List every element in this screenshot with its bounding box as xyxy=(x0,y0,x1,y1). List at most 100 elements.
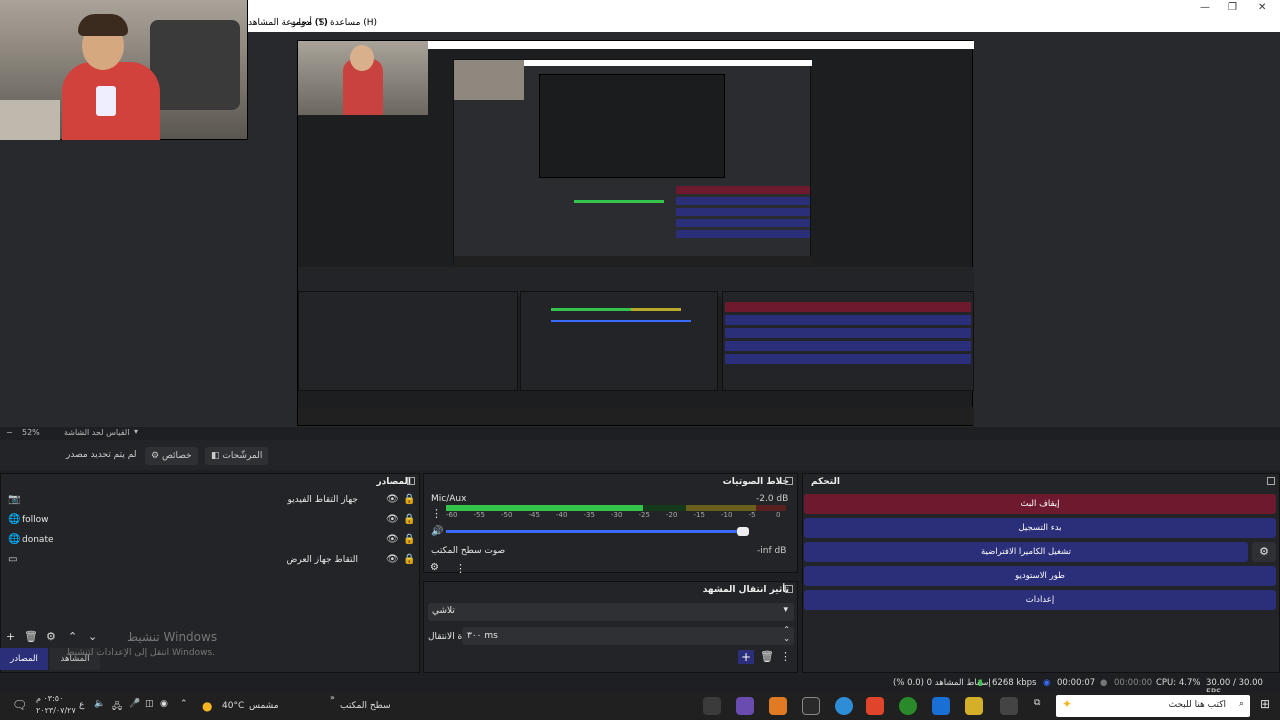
epic-games-icon[interactable] xyxy=(802,697,820,715)
volume-icon[interactable]: 🔊 xyxy=(431,526,443,537)
windows-start-icon[interactable]: ⊞ xyxy=(1260,697,1270,711)
trash-icon[interactable]: 🗑 xyxy=(24,630,38,643)
start-virtual-camera-button[interactable]: تشغيل الكاميرا الافتراضية xyxy=(804,542,1248,562)
desktop-toolbar[interactable]: سطح المكتب xyxy=(340,701,391,711)
stepper-down-icon[interactable]: ⌄ xyxy=(783,634,790,643)
filters-button[interactable]: ◧ المرشّحات xyxy=(205,447,269,465)
task-view-icon[interactable]: ⧉ xyxy=(1034,698,1040,708)
notification-icon[interactable]: 🗨 xyxy=(12,698,27,712)
source-row[interactable]: 📷 جهاز التقاط الفيديو 👁 🔒 xyxy=(0,492,420,510)
add-transition-button[interactable]: + xyxy=(738,650,755,664)
xbox-icon[interactable] xyxy=(899,697,917,715)
transition-type-value: تلاشي xyxy=(432,606,455,616)
meter-tick-label: -40 xyxy=(556,511,568,519)
source-label: التقاط جهاز العرض xyxy=(286,555,358,565)
microphone-icon[interactable]: 🎤 xyxy=(129,699,140,709)
trash-icon[interactable]: 🗑 xyxy=(760,650,774,663)
source-row[interactable]: ▭ التقاط جهاز العرض 👁 🔒 xyxy=(0,552,420,570)
edge-icon[interactable] xyxy=(835,697,853,715)
chevron-up-icon[interactable]: ⌃ xyxy=(68,630,77,643)
eye-icon[interactable]: 👁 xyxy=(386,494,399,505)
desktop-channel-db: -inf dB xyxy=(757,546,787,556)
lock-icon[interactable]: 🔒 xyxy=(403,494,415,505)
lock-icon[interactable]: 🔒 xyxy=(403,554,415,565)
chevron-down-icon[interactable]: ⌄ xyxy=(88,630,97,643)
virtual-camera-settings-icon[interactable]: ⚙ xyxy=(1252,542,1276,562)
webcam-feed xyxy=(0,0,248,140)
mixer-settings-icon[interactable]: ⚙ xyxy=(430,562,439,573)
brave-icon[interactable] xyxy=(866,697,884,715)
tab-sources[interactable]: المصادر xyxy=(0,648,48,670)
volume-slider-handle[interactable] xyxy=(737,527,749,536)
minimize-icon[interactable]: — xyxy=(1200,2,1210,13)
eye-icon[interactable]: 👁 xyxy=(386,534,399,545)
menu-tools[interactable]: أدوات (T) xyxy=(290,18,327,28)
meter-tick-label: -5 xyxy=(748,511,756,519)
app-icon[interactable] xyxy=(769,697,787,715)
properties-button[interactable]: ⚙ خصائص xyxy=(145,447,198,465)
clock-date[interactable]: ٢٠٢٣/٠٧/٢٧ xyxy=(36,706,76,715)
obs-tray-icon[interactable]: ◉ xyxy=(160,699,168,709)
kebab-menu-icon[interactable]: ⋮ xyxy=(780,650,791,663)
dock-popout-icon[interactable] xyxy=(407,477,415,485)
dock-popout-icon[interactable] xyxy=(785,477,793,485)
weather-temp[interactable]: 40°C xyxy=(222,701,244,711)
zoom-minus[interactable]: − xyxy=(6,428,13,437)
lock-icon[interactable]: 🔒 xyxy=(403,514,415,525)
clock-time[interactable]: ٠٣:٥٠ م xyxy=(36,694,63,703)
transition-duration-input[interactable]: ٣٠٠ ms ⌃ ⌄ xyxy=(462,625,794,645)
mixer-title: خلاط الصوتيات xyxy=(722,477,789,487)
chevron-up-icon[interactable]: ⌃ xyxy=(180,699,188,709)
sources-toolbar: + 🗑 ⚙ ⌃ ⌄ xyxy=(6,630,116,644)
start-recording-button[interactable]: بدء التسجيل xyxy=(804,518,1276,538)
zoom-dropdown-icon[interactable]: ▾ xyxy=(134,427,138,436)
record-time: 00:00:00 xyxy=(1114,678,1153,688)
add-icon[interactable]: + xyxy=(6,630,15,643)
speaker-icon[interactable]: 🔈 xyxy=(94,699,105,709)
studio-mode-button[interactable]: طور الاستوديو xyxy=(804,566,1276,586)
search-icon: ⌕ xyxy=(1238,699,1244,709)
gear-icon[interactable]: ⚙ xyxy=(46,630,56,643)
language-indicator[interactable]: ع xyxy=(79,700,84,710)
stepper-up-icon[interactable]: ⌃ xyxy=(783,625,790,634)
dock-popout-icon[interactable] xyxy=(785,585,793,593)
store-icon[interactable] xyxy=(1000,697,1018,715)
controls-title: التحكم xyxy=(811,477,840,487)
desktop-channel-name: صوت سطح المكتب xyxy=(431,546,506,556)
menu-help[interactable]: مساعدة (H) xyxy=(330,18,377,28)
network-icon[interactable]: 🖧 xyxy=(112,699,122,715)
search-box[interactable]: ✦ اكتب هنا للبحث ⌕ xyxy=(1056,695,1250,717)
lock-icon[interactable]: 🔒 xyxy=(403,534,415,545)
eye-icon[interactable]: 👁 xyxy=(386,514,399,525)
kebab-menu-icon[interactable]: ⋮ xyxy=(431,507,442,520)
settings-button[interactable]: إعدادات xyxy=(804,590,1276,610)
activation-watermark-title: تنشيط Windows xyxy=(127,630,218,644)
tray-icon[interactable]: ◫ xyxy=(145,699,154,709)
file-explorer-icon[interactable] xyxy=(965,697,983,715)
filter-icon: ◧ xyxy=(211,451,220,461)
nested-webcam xyxy=(298,41,428,115)
bitrate: 6268 kbps xyxy=(992,678,1037,688)
sparkle-icon: ✦ xyxy=(1062,697,1073,711)
stop-streaming-button[interactable]: إيقاف البث xyxy=(804,494,1276,514)
chevron-icon[interactable]: » xyxy=(330,693,335,702)
close-icon[interactable]: ✕ xyxy=(1258,2,1266,13)
status-bar: إسقاط المشاهد 0 (0.0 %) ▮ 6268 kbps ◉ 00… xyxy=(0,675,1280,698)
app-icon-obs[interactable] xyxy=(703,697,721,715)
restore-icon[interactable]: ❐ xyxy=(1228,2,1237,13)
app-icon[interactable] xyxy=(736,697,754,715)
source-row[interactable]: 🌐 donate 👁 🔒 xyxy=(0,532,420,550)
meter-tick-label: -30 xyxy=(611,511,623,519)
chair xyxy=(150,20,240,110)
transition-type-select[interactable]: تلاشي ▾ xyxy=(428,603,794,621)
outlook-icon[interactable] xyxy=(932,697,950,715)
record-icon: ● xyxy=(1100,678,1108,688)
dock-popout-icon[interactable] xyxy=(1267,477,1275,485)
source-row[interactable]: 🌐 follow 👁 🔒 xyxy=(0,512,420,530)
weather-desc[interactable]: مشمس xyxy=(249,701,279,711)
kebab-menu-icon[interactable]: ⋮ xyxy=(455,562,466,575)
phone xyxy=(96,86,116,116)
eye-icon[interactable]: 👁 xyxy=(386,554,399,565)
volume-slider[interactable] xyxy=(446,530,746,533)
zoom-mode[interactable]: القياس لحد الشاشة xyxy=(64,428,129,437)
